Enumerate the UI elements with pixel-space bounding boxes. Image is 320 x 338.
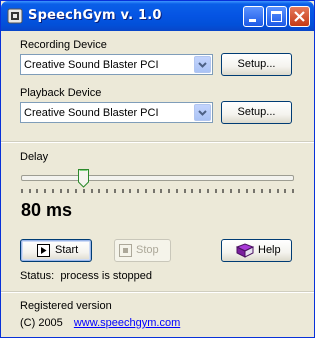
slider-ticks [21,189,294,193]
recording-device-label: Recording Device [20,39,107,51]
stop-button[interactable]: Stop [114,239,171,262]
separator [1,291,314,293]
help-book-icon [236,243,254,258]
maximize-button[interactable] [266,6,287,27]
playback-device-select[interactable]: Creative Sound Blaster PCI [20,102,213,123]
website-link[interactable]: www.speechgym.com [74,317,180,329]
app-icon [7,8,23,24]
copyright-line: (C) 2005 www.speechgym.com [20,317,180,329]
status-text: process is stopped [60,270,153,282]
app-window: SpeechGym v. 1.0 Recording Device Creati… [0,0,315,338]
start-label: Start [55,244,79,256]
minimize-icon [249,19,256,22]
play-icon [37,244,50,257]
maximize-icon [271,11,282,22]
separator [1,141,314,143]
stop-label: Stop [136,244,159,256]
minimize-button[interactable] [243,6,264,27]
delay-label: Delay [20,151,49,163]
recording-device-select[interactable]: Creative Sound Blaster PCI [20,54,213,75]
close-icon [294,11,305,22]
help-button[interactable]: Help [221,239,292,262]
delay-value: 80 ms [21,200,73,220]
stop-icon [119,244,132,257]
playback-device-value: Creative Sound Blaster PCI [24,107,159,119]
recording-setup-button[interactable]: Setup... [221,53,292,76]
recording-setup-label: Setup... [237,58,276,70]
status-prefix: Status: [20,270,55,282]
help-label: Help [258,244,281,256]
chevron-down-icon[interactable] [194,104,211,121]
close-button[interactable] [289,6,310,27]
chevron-down-icon[interactable] [194,56,211,73]
window-title: SpeechGym v. 1.0 [28,8,162,23]
status-line: Status: process is stopped [20,270,152,282]
recording-device-value: Creative Sound Blaster PCI [24,59,159,71]
title-bar[interactable]: SpeechGym v. 1.0 [1,1,314,31]
delay-slider-thumb[interactable] [78,169,90,188]
playback-device-label: Playback Device [20,87,102,99]
registered-text: Registered version [20,300,112,312]
copyright-text: (C) 2005 [20,317,63,329]
start-button[interactable]: Start [20,239,92,262]
playback-setup-label: Setup... [237,106,276,118]
delay-slider-track[interactable] [21,175,294,181]
playback-setup-button[interactable]: Setup... [221,101,292,124]
